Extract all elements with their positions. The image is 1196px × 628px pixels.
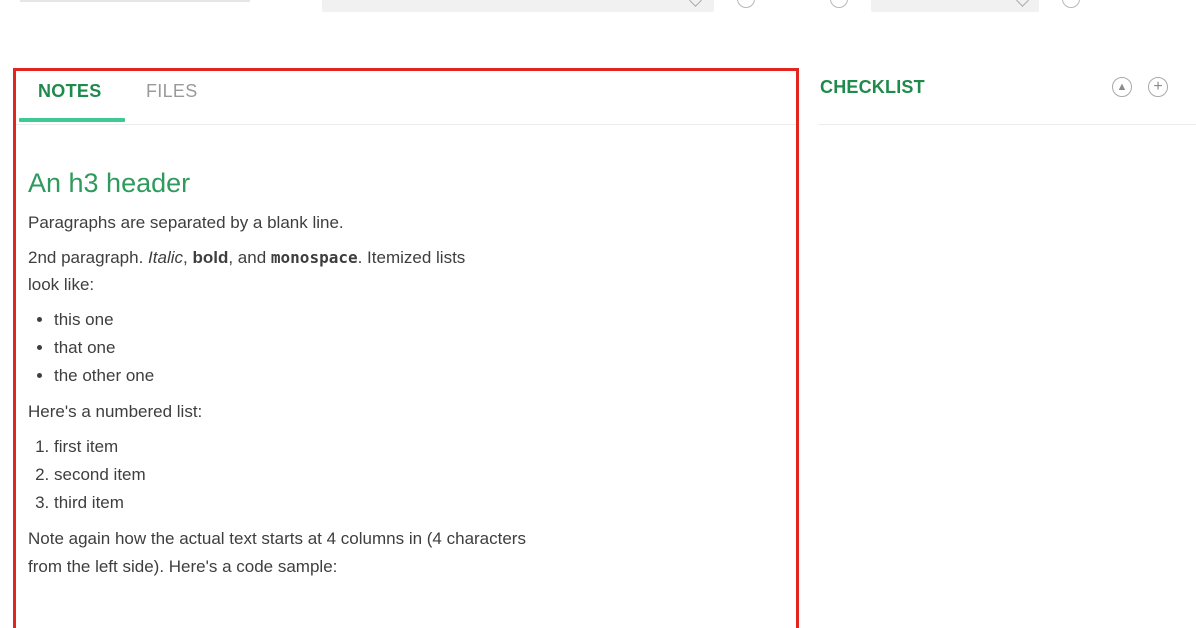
- para2-and: , and: [228, 247, 271, 267]
- para2-bold: bold: [192, 247, 229, 267]
- chevron-down-icon: [689, 0, 702, 7]
- list-item: third item: [54, 489, 768, 517]
- notes-tabs: NOTES FILES: [16, 71, 796, 125]
- para2-tail: . Itemized lists: [357, 247, 466, 267]
- list-item: this one: [54, 306, 768, 334]
- para2-lead: 2nd paragraph.: [28, 247, 149, 267]
- tab-notes[interactable]: NOTES: [38, 81, 102, 102]
- help-icon[interactable]: [737, 0, 755, 8]
- bullet-list: this one that one the other one: [28, 306, 768, 390]
- help-icon-2[interactable]: [830, 0, 848, 8]
- top-toolbar: [0, 0, 1196, 20]
- toolbar-label: [20, 0, 250, 4]
- help-icon-3[interactable]: [1062, 0, 1080, 8]
- note-heading: An h3 header: [28, 168, 191, 198]
- toolbar-select[interactable]: [322, 0, 714, 12]
- note-paragraph-1: Paragraphs are separated by a blank line…: [28, 212, 344, 232]
- para-last-line-2: from the left side). Here's a code sampl…: [28, 556, 338, 576]
- para2-italic: Italic: [148, 247, 184, 267]
- toolbar-select-2[interactable]: [871, 0, 1039, 12]
- note-content: An h3 header Paragraphs are separated by…: [28, 168, 768, 588]
- numbered-intro: Here's a numbered list:: [28, 402, 203, 422]
- page: NOTES FILES An h3 header Paragraphs are …: [0, 0, 1196, 628]
- note-paragraph-2: 2nd paragraph. Italic, bold, and monospa…: [28, 244, 768, 298]
- checklist-panel: CHECKLIST ▲ +: [818, 68, 1196, 125]
- note-paragraph-last: Note again how the actual text starts at…: [28, 525, 768, 579]
- numbered-list: first item second item third item: [28, 433, 768, 517]
- list-item: that one: [54, 334, 768, 362]
- notes-panel: NOTES FILES An h3 header Paragraphs are …: [13, 68, 799, 628]
- chevron-down-icon: [1016, 0, 1029, 7]
- para2-line2: look like:: [28, 275, 95, 295]
- list-item: first item: [54, 433, 768, 461]
- user-circle-icon[interactable]: ▲: [1112, 77, 1132, 97]
- para-last-line-1: Note again how the actual text starts at…: [28, 529, 526, 549]
- plus-circle-icon[interactable]: +: [1148, 77, 1168, 97]
- tab-files[interactable]: FILES: [146, 81, 198, 102]
- checklist-title: CHECKLIST: [820, 77, 925, 97]
- active-tab-indicator: [19, 118, 125, 122]
- para2-monospace: monospace: [270, 247, 358, 267]
- list-item: the other one: [54, 362, 768, 390]
- list-item: second item: [54, 461, 768, 489]
